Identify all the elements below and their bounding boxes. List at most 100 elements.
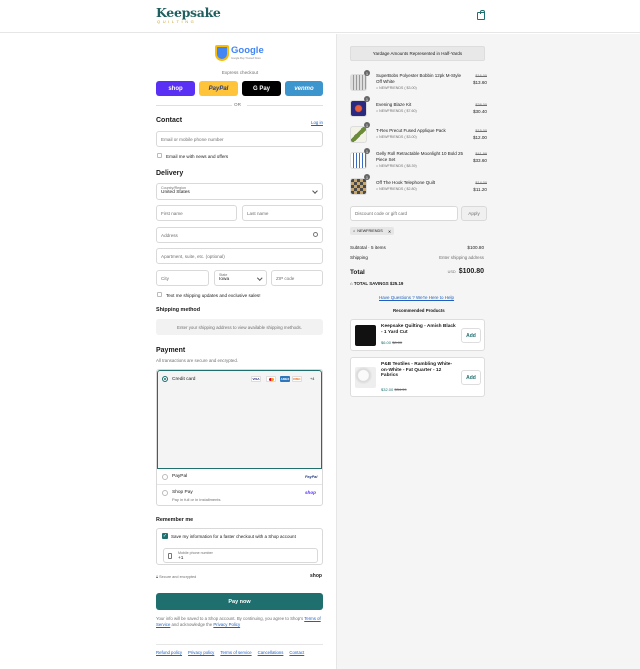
apartment-field[interactable]: Apartment, suite, etc. (optional) xyxy=(156,248,323,264)
news-checkbox[interactable] xyxy=(157,153,162,158)
item-price: $33.60 xyxy=(472,158,487,163)
state-select[interactable]: State Iowa xyxy=(214,270,267,286)
sms-checkbox-label: Text me shipping updates and exclusive s… xyxy=(166,293,261,298)
shipping-notice-text: Enter your shipping address to view avai… xyxy=(177,324,302,330)
refund-policy-link[interactable]: Refund policy xyxy=(156,650,182,655)
remember-box: ✓ Save my information for a faster check… xyxy=(156,528,323,565)
product-name: P&B Textiles - Rambling White-on-White -… xyxy=(381,362,453,379)
paypal-radio[interactable] xyxy=(162,474,168,480)
credit-card-radio[interactable] xyxy=(162,376,168,382)
shoppay-option[interactable]: Shop Pay Pay in full or in installments … xyxy=(157,485,322,505)
shopping-bag-icon[interactable] xyxy=(477,10,485,20)
item-name: Evening Blaze Kit xyxy=(376,102,412,107)
phone-icon xyxy=(168,553,172,559)
apply-button[interactable]: Apply xyxy=(461,206,487,221)
line-item: 1 Off The Hook Telephone Quilt ⌂ NEWFRIE… xyxy=(350,174,487,198)
legal-line: Your info will be saved to a Shop accoun… xyxy=(156,616,304,621)
tag-icon: ⌂ xyxy=(350,281,353,286)
add-button[interactable]: Add xyxy=(461,328,481,343)
more-cards-badge: +4 xyxy=(310,377,315,381)
quantity-badge: 1 xyxy=(364,96,370,102)
total-row: USD $100.80 xyxy=(448,268,484,275)
contact-link[interactable]: Contact xyxy=(289,650,304,655)
close-icon[interactable]: ✕ xyxy=(388,229,391,234)
item-discount: ⌂ NEWFRIENDS ( $3.00) xyxy=(376,86,417,90)
login-link[interactable]: Log in xyxy=(311,120,323,125)
city-field[interactable]: City xyxy=(156,270,209,286)
secure-encrypted-text: 🔒︎ Secure and encrypted xyxy=(156,575,196,579)
credit-card-label: Credit card xyxy=(172,377,196,382)
shoppay-label: Shop Pay xyxy=(172,490,193,495)
shipping-label: Shipping xyxy=(350,255,368,260)
yardage-banner-text: Yardage Amounts Represented in Half-Yard… xyxy=(372,51,463,56)
header: Keepsake QUILTING xyxy=(0,0,640,33)
recommended-heading: Recommended Products xyxy=(393,308,445,313)
phone-label: Mobile phone number xyxy=(178,550,213,555)
last-name-field[interactable]: Last name xyxy=(242,205,323,221)
product-name: Keepsake Quilting - Amish Black - 1 Yard… xyxy=(381,324,456,335)
tag-icon: ⌂ xyxy=(376,187,379,191)
venmo-button[interactable]: venmo xyxy=(285,81,323,96)
discount-code-field[interactable]: Discount code or gift card xyxy=(350,206,458,221)
pay-now-button[interactable]: Pay now xyxy=(156,593,323,610)
shop-pay-button[interactable]: shop xyxy=(156,81,195,96)
item-discount-text: NEWFRIENDS ( $2.80) xyxy=(379,187,417,191)
line-item: 1 Gelly Roll Retractable Moonlight 10 Bo… xyxy=(350,148,487,172)
product-image xyxy=(350,178,367,195)
country-select[interactable]: Country/Region United States xyxy=(156,183,323,200)
tag-icon: ⌂ xyxy=(376,109,379,113)
item-old-price: $16.00 xyxy=(475,74,487,78)
paypal-logo: PayPal xyxy=(305,475,318,479)
quantity-badge: 1 xyxy=(364,148,370,154)
or-divider-right xyxy=(247,105,323,106)
item-discount-text: NEWFRIENDS ( $3.00) xyxy=(379,86,417,90)
item-old-price: $41.99 xyxy=(475,152,487,156)
address-field[interactable]: Address xyxy=(156,227,323,243)
mastercard-icon xyxy=(266,376,276,382)
item-old-price: $15.00 xyxy=(475,129,487,133)
payment-subtitle: All transactions are secure and encrypte… xyxy=(156,358,239,363)
credit-card-option[interactable]: Credit card VISA AMEX DISC +4 xyxy=(157,370,322,469)
sms-checkbox[interactable] xyxy=(157,292,162,297)
product-image xyxy=(350,126,367,143)
email-field[interactable]: Email or mobile phone number xyxy=(156,131,323,147)
add-button[interactable]: Add xyxy=(461,370,481,385)
shoppay-radio[interactable] xyxy=(162,490,168,496)
zip-field[interactable]: ZIP code xyxy=(271,270,323,286)
paypal-option[interactable]: PayPal PayPal xyxy=(157,469,322,485)
paypal-button[interactable]: PayPal xyxy=(199,81,238,96)
product-image xyxy=(355,325,376,346)
legal-text: Your info will be saved to a Shop accoun… xyxy=(156,616,326,628)
discount-code: NEWFRIENDS xyxy=(357,229,383,233)
item-discount-text: NEWFRIENDS ( $3.00) xyxy=(379,135,417,139)
yardage-banner: Yardage Amounts Represented in Half-Yard… xyxy=(350,46,485,61)
discover-icon: DISC xyxy=(292,376,302,382)
tag-icon: ⌂ xyxy=(353,229,356,233)
line-item: 1 Evening Blaze Kit ⌂ NEWFRIENDS ( $7.60… xyxy=(350,96,487,120)
remember-me-heading: Remember me xyxy=(156,517,194,523)
item-discount-text: NEWFRIENDS ( $7.60) xyxy=(379,109,417,113)
item-price: $13.60 xyxy=(472,80,487,85)
cancellations-link[interactable]: Cancellations xyxy=(258,650,284,655)
terms-of-service-link[interactable]: Terms of service xyxy=(220,650,251,655)
privacy-policy-link[interactable]: Privacy policy xyxy=(188,650,214,655)
shield-icon xyxy=(215,45,229,61)
legal-and: and acknowledge the xyxy=(171,622,213,627)
save-info-checkbox[interactable]: ✓ xyxy=(162,533,168,539)
line-item: 1 T-Rex Precut Fused Applique Pack ⌂ NEW… xyxy=(350,122,487,146)
google-pay-button[interactable]: G Pay xyxy=(242,81,281,96)
visa-icon: VISA xyxy=(251,376,261,382)
product-price-row: $6.00 $8.00 xyxy=(381,340,402,345)
tag-icon: ⌂ xyxy=(376,135,379,139)
help-link[interactable]: Have Questions ? We're Here to Help xyxy=(379,295,454,300)
shop-brand-mark: shop xyxy=(310,573,322,579)
first-name-field[interactable]: First name xyxy=(156,205,237,221)
brand-logo[interactable]: Keepsake QUILTING xyxy=(156,6,221,28)
shipping-method-heading: Shipping method xyxy=(156,307,201,313)
item-price: $11.20 xyxy=(473,187,487,192)
privacy-link[interactable]: Privacy Policy xyxy=(213,622,240,627)
phone-field[interactable]: Mobile phone number +1 xyxy=(163,548,318,563)
product-image xyxy=(350,152,367,169)
quantity-badge: 1 xyxy=(364,122,370,128)
total-value: $100.80 xyxy=(458,268,484,275)
